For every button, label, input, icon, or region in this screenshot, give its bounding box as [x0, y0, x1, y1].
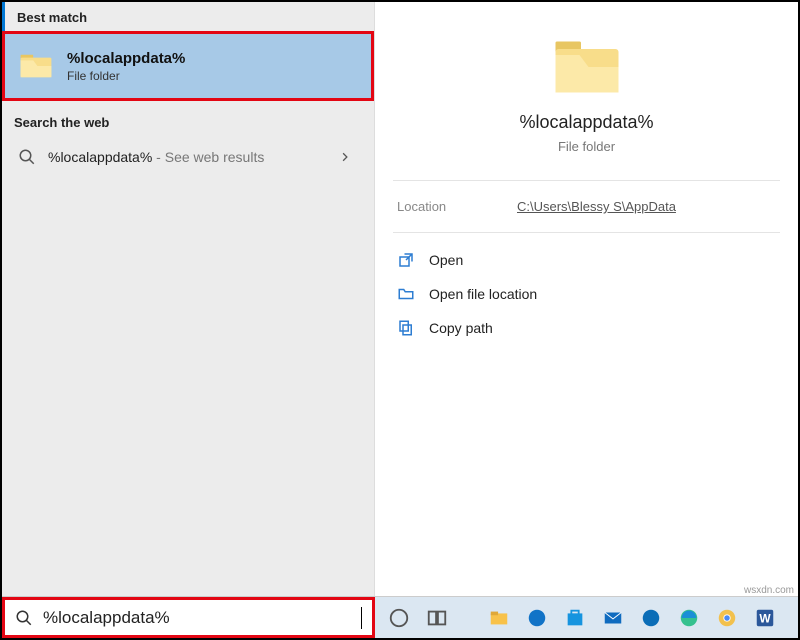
- open-icon: [397, 251, 415, 269]
- action-open-location[interactable]: Open file location: [393, 277, 780, 311]
- copy-icon: [397, 319, 415, 337]
- results-pane: Best match %localappdata% File folder Se…: [2, 2, 375, 596]
- preview-pane: %localappdata% File folder Location C:\U…: [375, 2, 798, 596]
- chrome-icon[interactable]: [713, 604, 741, 632]
- location-link[interactable]: C:\Users\Blessy S\AppData: [517, 199, 676, 214]
- folder-icon: [551, 36, 623, 98]
- word-icon[interactable]: W: [751, 604, 779, 632]
- store-icon[interactable]: [561, 604, 589, 632]
- preview-subtitle: File folder: [558, 139, 615, 154]
- cortana-icon[interactable]: [385, 604, 413, 632]
- taskbar-search[interactable]: [2, 597, 375, 638]
- preview-title: %localappdata%: [519, 112, 653, 133]
- watermark: wsxdn.com: [744, 585, 794, 596]
- best-match-text: %localappdata% File folder: [67, 50, 185, 83]
- web-result-hint: - See web results: [152, 149, 264, 165]
- preview-header: %localappdata% File folder: [375, 2, 798, 180]
- location-label: Location: [397, 199, 517, 214]
- svg-text:W: W: [759, 611, 771, 625]
- search-input[interactable]: [43, 608, 361, 628]
- action-open-label: Open: [429, 252, 463, 268]
- file-explorer-icon[interactable]: [485, 604, 513, 632]
- best-match-header: Best match: [2, 2, 374, 31]
- web-result-term: %localappdata%: [48, 149, 152, 165]
- task-view-icon[interactable]: [423, 604, 451, 632]
- best-match-subtitle: File folder: [67, 69, 185, 83]
- folder-icon: [19, 52, 53, 80]
- search-icon: [18, 148, 36, 166]
- taskbar-tray: W: [375, 597, 798, 638]
- web-result[interactable]: %localappdata% - See web results: [2, 138, 374, 176]
- text-caret: [361, 607, 362, 629]
- best-match-result[interactable]: %localappdata% File folder: [5, 34, 371, 98]
- web-result-text: %localappdata% - See web results: [48, 149, 328, 165]
- action-open-location-label: Open file location: [429, 286, 537, 302]
- best-match-title: %localappdata%: [67, 50, 185, 67]
- edge-legacy-icon[interactable]: [523, 604, 551, 632]
- action-open[interactable]: Open: [393, 243, 780, 277]
- search-web-header: Search the web: [2, 101, 374, 138]
- search-icon: [15, 609, 33, 627]
- folder-open-icon: [397, 285, 415, 303]
- edge-icon[interactable]: [675, 604, 703, 632]
- taskbar: W: [2, 596, 798, 638]
- action-copy-path-label: Copy path: [429, 320, 493, 336]
- highlight-best-match: %localappdata% File folder: [2, 31, 374, 101]
- chevron-right-icon: [340, 152, 350, 162]
- location-row: Location C:\Users\Blessy S\AppData: [375, 181, 798, 232]
- actions-list: Open Open file location Copy path: [375, 233, 798, 355]
- mail-icon[interactable]: [599, 604, 627, 632]
- dell-icon[interactable]: [637, 604, 665, 632]
- action-copy-path[interactable]: Copy path: [393, 311, 780, 345]
